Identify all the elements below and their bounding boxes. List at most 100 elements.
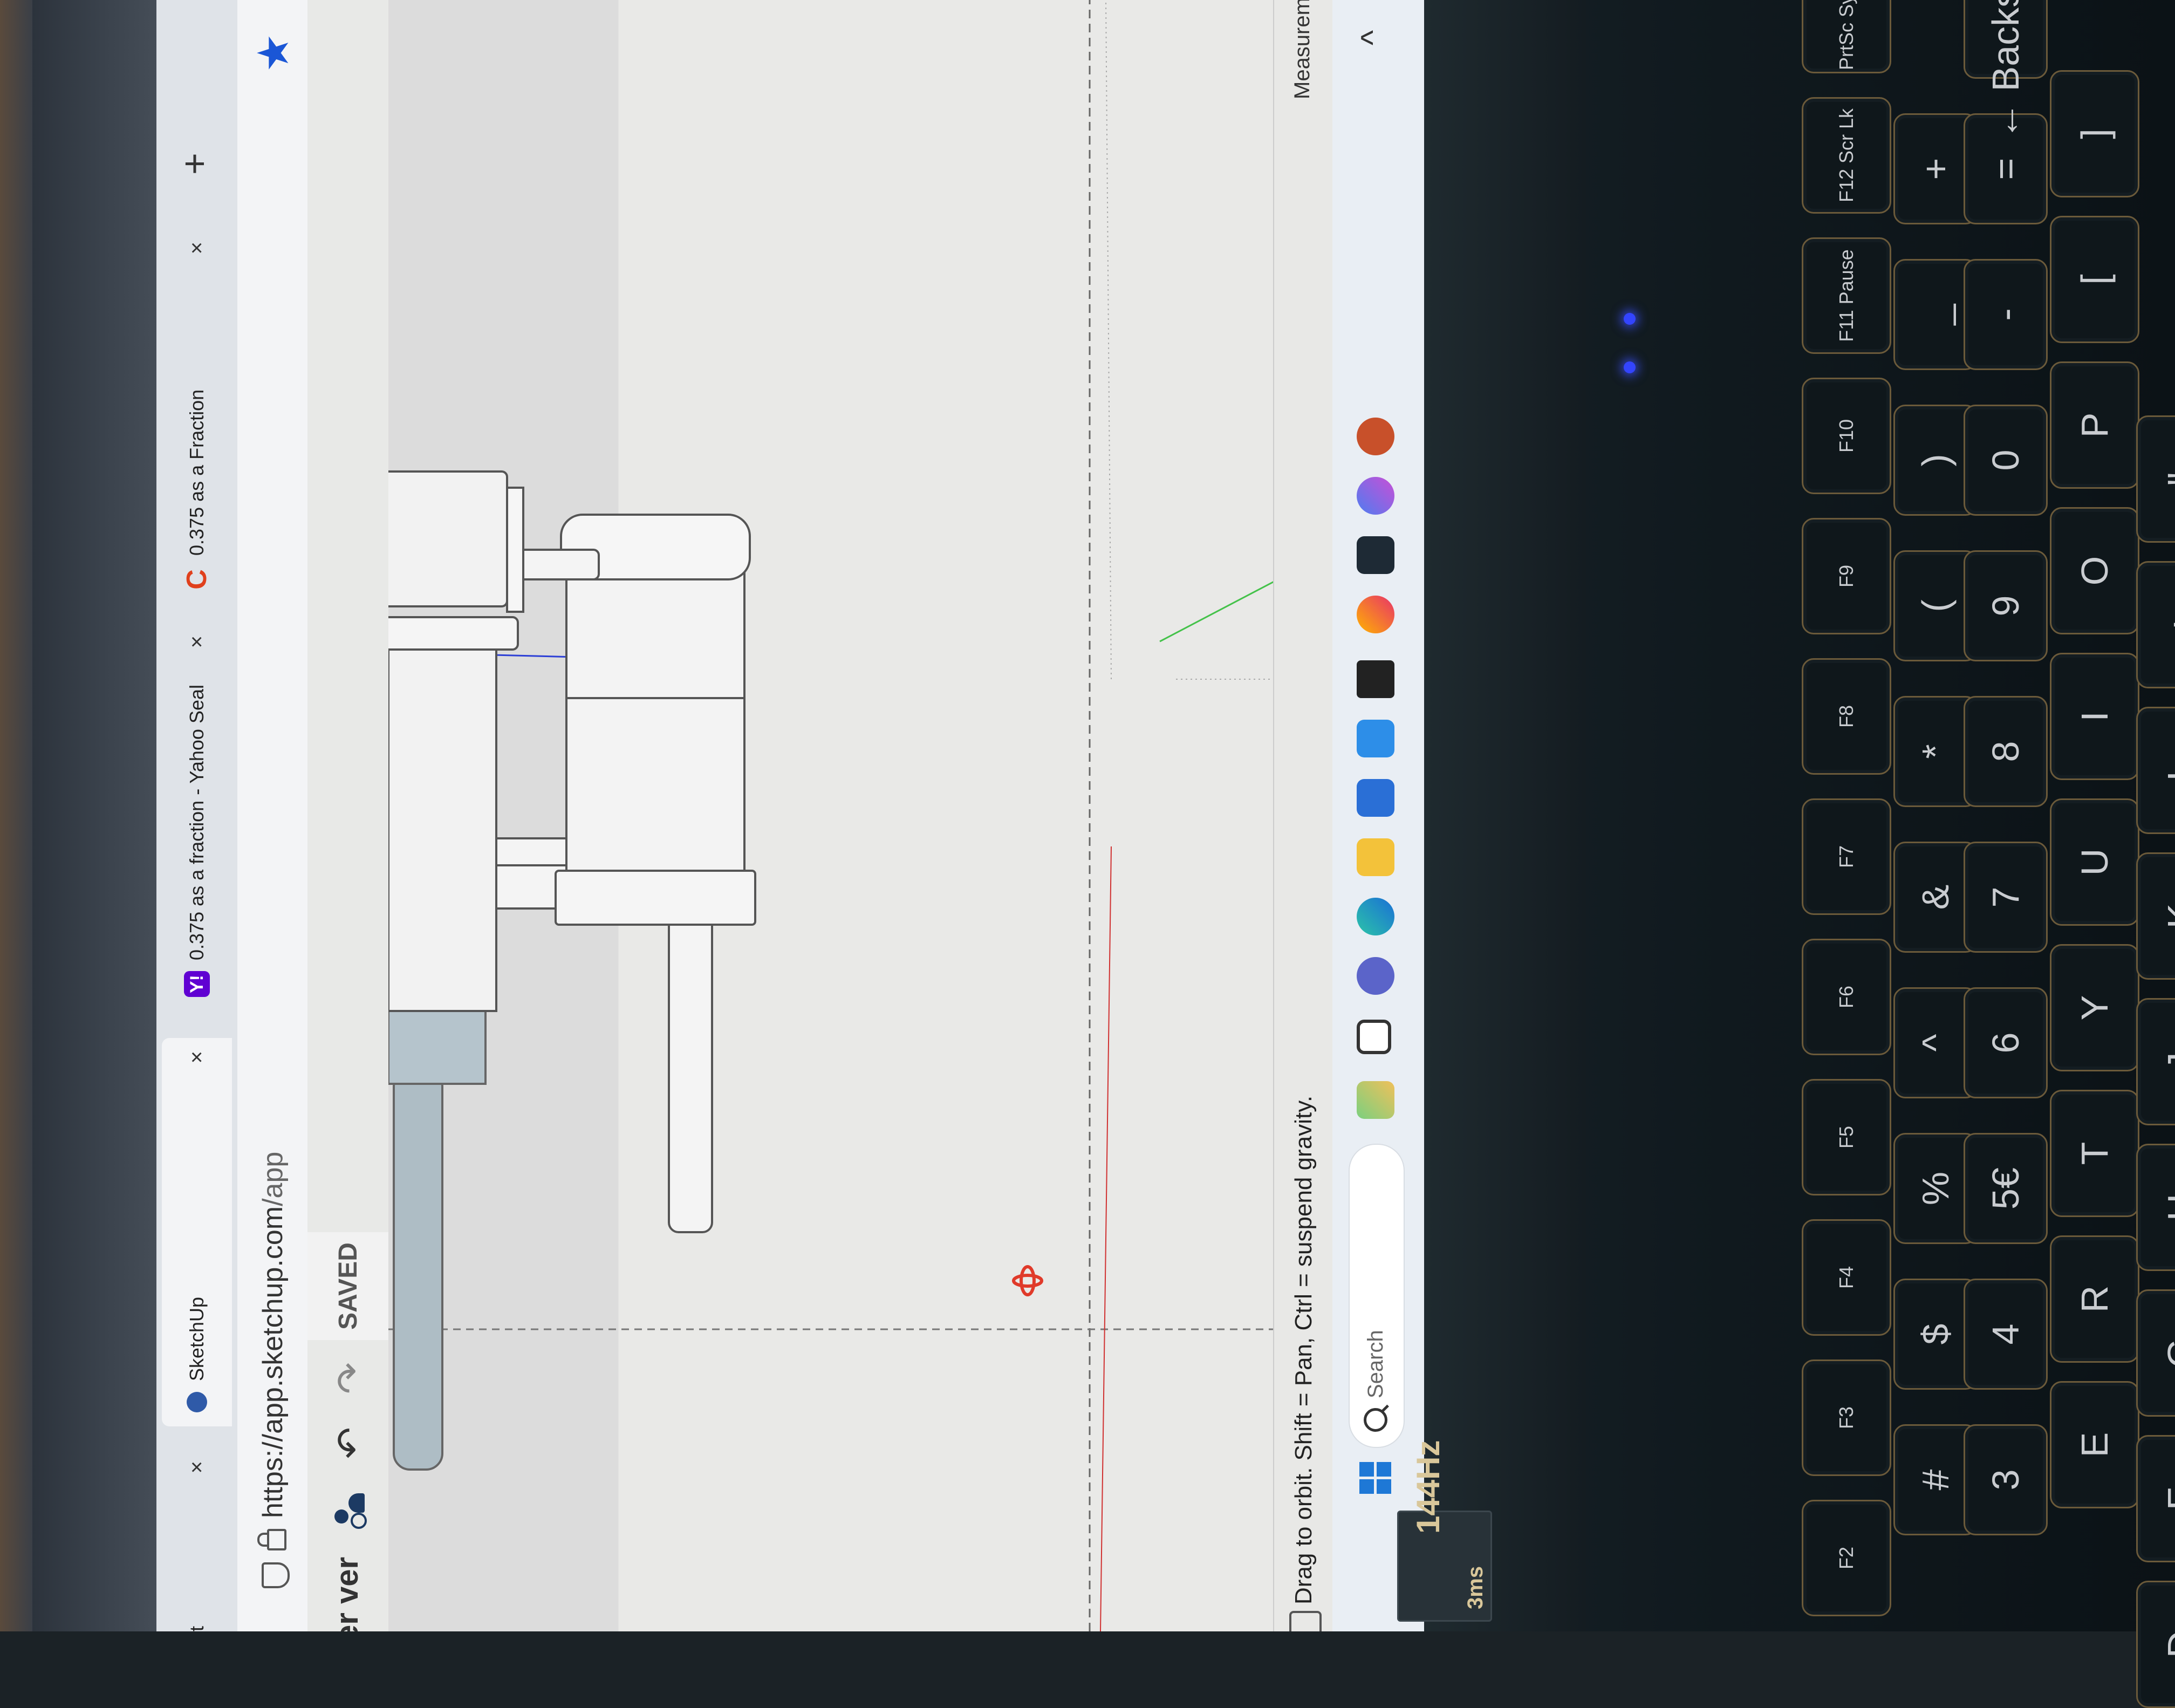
led-indicator xyxy=(1624,313,1636,325)
browser-tab-strip: net × SketchUp × Y! 0.375 as a fraction … xyxy=(156,0,237,1631)
model-title: er ver xyxy=(330,1556,365,1631)
shift-symbol-key-label: ( xyxy=(1914,599,1957,612)
home-row-key-7: ; xyxy=(2136,561,2175,688)
home-row-key-label: ; xyxy=(2159,619,2175,630)
edge-icon[interactable] xyxy=(1357,898,1394,935)
terminal-icon[interactable] xyxy=(1357,1020,1391,1054)
tab-label: SketchUp xyxy=(186,1296,208,1381)
number-key-7: 0 xyxy=(1964,405,2048,516)
bookmark-star-icon[interactable]: ★ xyxy=(248,33,298,72)
number-key-2: 5€ xyxy=(1964,1133,2048,1244)
collaborators-icon[interactable] xyxy=(329,1491,367,1529)
screen-bezel xyxy=(32,0,156,1631)
shift-symbol-key-label: _ xyxy=(1914,304,1957,325)
number-key-label: ← Backspace xyxy=(1985,0,2027,140)
close-tab-icon[interactable]: × xyxy=(185,1051,209,1063)
fn-key-6: F8 xyxy=(1802,658,1891,775)
browser-tab-yahoo[interactable]: Y! 0.375 as a fraction - Yahoo Seal × xyxy=(162,623,232,1011)
home-row-key-8: " xyxy=(2136,415,2175,543)
close-tab-icon[interactable]: × xyxy=(185,636,209,648)
measurements-label[interactable]: Measuremer xyxy=(1290,0,1315,99)
copilot-icon[interactable] xyxy=(1357,477,1394,515)
refresh-rate-label: 144Hz xyxy=(1410,1440,1446,1534)
widgets-icon[interactable] xyxy=(1357,1081,1394,1119)
top-fitting xyxy=(388,470,508,607)
tab-label: net xyxy=(186,1626,208,1631)
top-fitting-flange xyxy=(506,487,524,613)
axis-green xyxy=(1159,465,1273,643)
sketchup-toolbar: er ver ↶ ↷ SAVED xyxy=(307,0,388,1631)
redo-button[interactable]: ↷ xyxy=(328,1362,372,1394)
number-key-6: 9 xyxy=(1964,550,2048,661)
model-drawing[interactable] xyxy=(388,0,1273,1631)
shift-symbol-key-label: # xyxy=(1914,1469,1957,1491)
file-explorer-icon[interactable] xyxy=(1357,838,1394,876)
letter-key-label: ] xyxy=(2074,128,2116,139)
dropbox-icon[interactable] xyxy=(1357,660,1394,698)
taskbar-search[interactable]: Search xyxy=(1349,1144,1405,1448)
search-icon xyxy=(1364,1408,1387,1432)
fn-key-label: F11 Pause xyxy=(1835,249,1857,342)
browser-tab-sketchup[interactable]: SketchUp × xyxy=(162,1038,232,1426)
home-row-key-5: K xyxy=(2136,852,2175,980)
firefox-icon[interactable] xyxy=(1357,596,1394,633)
shift-symbol-key-label: % xyxy=(1914,1171,1957,1206)
number-key-label: 5€ xyxy=(1985,1167,2027,1210)
fn-key-label: F7 xyxy=(1835,845,1857,869)
tab-label: 0.375 as a Fraction xyxy=(186,389,208,556)
home-row-key-1: F xyxy=(2136,1435,2175,1562)
browser-tab-partial[interactable]: net × xyxy=(162,1448,232,1631)
fn-key-9: F11 Pause xyxy=(1802,237,1891,354)
3d-viewport[interactable] xyxy=(388,0,1273,1631)
letter-key-8: [ xyxy=(2050,216,2139,343)
fn-key-10: F12 Scr Lk xyxy=(1802,97,1891,214)
mail-icon[interactable] xyxy=(1357,720,1394,757)
close-tab-icon[interactable]: × xyxy=(185,242,209,254)
cylinder-left xyxy=(388,643,497,1012)
home-row-key-6: L xyxy=(2136,707,2175,834)
tab-label: 0.375 as a fraction - Yahoo Seal xyxy=(186,684,208,960)
shield-icon[interactable] xyxy=(262,1562,290,1588)
home-row-key-0: D xyxy=(2136,1581,2175,1708)
windows-start-icon[interactable] xyxy=(1359,1461,1392,1494)
status-leds xyxy=(1624,313,1640,383)
letter-key-label: P xyxy=(2074,412,2116,438)
status-bar: Drag to orbit. Shift = Pan, Ctrl = suspe… xyxy=(1273,0,1333,1631)
saved-status-badge: SAVED xyxy=(307,1232,388,1340)
teams-icon[interactable] xyxy=(1357,957,1394,995)
letter-key-label: I xyxy=(2074,711,2116,722)
new-tab-button[interactable]: + xyxy=(173,153,216,175)
home-row-key-label: " xyxy=(2159,473,2175,486)
letter-key-4: U xyxy=(2050,798,2139,926)
app-icon[interactable] xyxy=(1357,418,1394,455)
letter-key-0: E xyxy=(2050,1381,2139,1508)
undo-button[interactable]: ↶ xyxy=(328,1427,372,1459)
refresh-rate-sticker: 144Hz 3ms xyxy=(1397,1440,1492,1622)
url-field[interactable]: https://app.sketchup.com/app xyxy=(257,1152,289,1518)
pipe-collar xyxy=(388,1007,487,1085)
letter-key-label: Y xyxy=(2074,995,2116,1021)
home-row-key-label: L xyxy=(2159,760,2175,781)
url-path: /app xyxy=(257,1151,289,1206)
shift-symbol-key-label: * xyxy=(1914,744,1957,759)
fn-key-label: F5 xyxy=(1835,1125,1857,1149)
game-icon[interactable] xyxy=(1357,536,1394,574)
cylinder-right xyxy=(565,697,745,877)
orbit-cursor-icon xyxy=(1012,1265,1043,1296)
letter-key-6: O xyxy=(2050,507,2139,634)
home-row-key-label: G xyxy=(2159,1338,2175,1368)
yahoo-icon: Y! xyxy=(184,971,210,997)
letter-key-2: T xyxy=(2050,1090,2139,1217)
desk-background xyxy=(0,0,32,1631)
fn-key-label: F10 xyxy=(1835,419,1857,453)
shift-symbol-key-label: + xyxy=(1914,158,1957,180)
lock-icon[interactable] xyxy=(267,1529,286,1550)
browser-tab-fraction[interactable]: C 0.375 as a Fraction × xyxy=(162,229,232,606)
number-key-label: 4 xyxy=(1985,1323,2027,1345)
fn-key-8: F10 xyxy=(1802,378,1891,494)
show-hidden-icons-chevron[interactable]: ^ xyxy=(1354,30,1391,45)
close-tab-icon[interactable]: × xyxy=(185,1461,209,1473)
windows-taskbar: Search ^ xyxy=(1332,0,1424,1631)
store-icon[interactable] xyxy=(1357,779,1394,817)
fn-key-label: F3 xyxy=(1835,1406,1857,1430)
